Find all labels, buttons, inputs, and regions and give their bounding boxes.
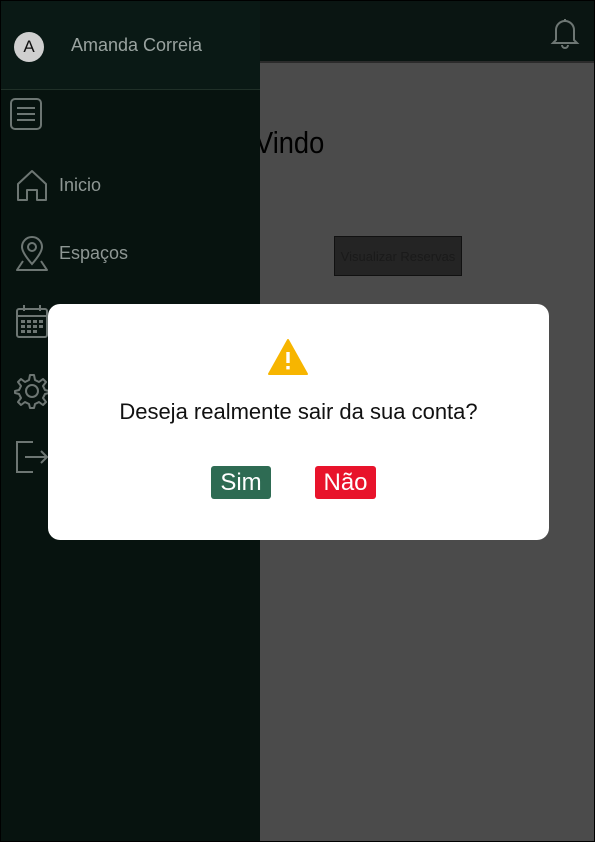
warning-icon [268, 339, 308, 375]
nav-item-espacos[interactable]: Espaços [13, 233, 128, 273]
drawer-header: A Amanda Correia [1, 1, 260, 90]
nav-item-inicio[interactable]: Inicio [13, 165, 101, 205]
confirm-no-button[interactable]: Não [315, 466, 376, 499]
bell-icon[interactable] [548, 15, 582, 49]
map-pin-icon [16, 236, 48, 271]
dialog-message: Deseja realmente sair da sua conta? [119, 399, 478, 424]
view-reservations-button[interactable]: Visualizar Reservas [334, 236, 462, 276]
app-frame: ja Bem-Vindo Visualizar Reservas A Amand… [0, 0, 595, 842]
logout-icon [16, 441, 49, 473]
nav-label: Inicio [59, 174, 102, 195]
home-icon [17, 170, 47, 201]
logout-confirm-dialog: Deseja realmente sair da sua conta? Sim … [48, 304, 549, 540]
confirm-yes-button[interactable]: Sim [211, 466, 271, 499]
gear-icon [14, 374, 50, 409]
nav-label: Espaços [59, 242, 129, 263]
calendar-icon [16, 305, 48, 338]
menu-icon[interactable] [9, 97, 43, 131]
user-name: Amanda Correia [71, 35, 203, 55]
avatar[interactable]: A [14, 32, 44, 62]
